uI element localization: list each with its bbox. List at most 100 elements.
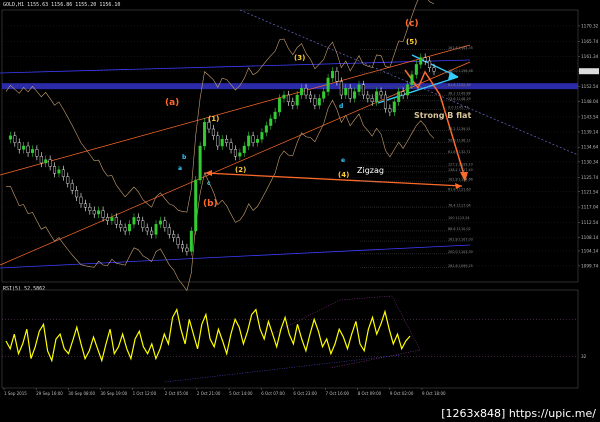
candle-body [194, 179, 198, 232]
candle-body [119, 223, 123, 228]
time-tick-label: 5 Oct 14:00 [229, 391, 253, 396]
candle-body [304, 87, 308, 96]
candle-body [220, 138, 224, 147]
candle-body [22, 145, 26, 150]
time-tick-label: 2 Oct 05:00 [165, 391, 189, 396]
price-axis: 1170.321165.741161.341157.041152.541148.… [578, 23, 599, 268]
fib-label: 161.8 1124.66 [448, 177, 473, 181]
rsi-support-line [164, 354, 401, 383]
rsi-level-label: 32 [581, 354, 587, 359]
price-tick-label: 1130.34 [581, 159, 599, 164]
candle-body [203, 121, 207, 147]
candle-body [123, 227, 127, 232]
fib-label: 76.4 1117.04 [448, 203, 471, 207]
candle-body [128, 223, 132, 232]
wave-label: (3) [294, 54, 305, 62]
candle-body [410, 74, 414, 85]
candle-body [361, 84, 365, 96]
candle-body [295, 94, 299, 106]
candle-body [260, 132, 264, 140]
candle-body [383, 94, 387, 109]
fib-label: 138.2 1127.40 [448, 168, 473, 172]
price-tick-label: 1108.14 [581, 235, 599, 240]
price-tick-label: 1152.54 [581, 84, 599, 89]
price-tick-label: 1121.54 [581, 189, 599, 194]
candle-body [75, 189, 79, 198]
fib-label: 161.8 1163.35 [448, 46, 473, 50]
fib-label: 161.8 1107.03 [448, 237, 473, 241]
candle-body [198, 145, 202, 181]
upper-channel-line [0, 59, 471, 74]
candle-body [180, 244, 184, 249]
candle-body [30, 149, 34, 153]
time-tick-label: 6 Oct 23:00 [293, 391, 317, 396]
candle-body [286, 94, 290, 103]
candle-body [388, 108, 392, 113]
time-tick-label: 30 Sep 08:00 [68, 391, 95, 396]
wave-label: a [178, 165, 182, 172]
candle-body [242, 145, 246, 154]
chart-grid [2, 25, 578, 267]
candle-body [247, 135, 251, 147]
candle-body [282, 94, 286, 99]
candle-body [207, 121, 211, 130]
dotted-trend-line [239, 9, 579, 156]
candle-body [313, 98, 317, 106]
candle-body [326, 77, 330, 92]
candle-body [317, 98, 321, 106]
time-tick-label: 9 Oct 02:00 [390, 391, 414, 396]
candle-body [88, 206, 92, 211]
wave-label: (4) [338, 171, 349, 179]
candle-body [141, 220, 145, 228]
candle-body [92, 210, 96, 215]
lower-band [5, 99, 435, 292]
chart-canvas: 161.8 1163.35 100.0 1156.48 61.8 1152.39 38… [0, 0, 599, 396]
wave-label: b [182, 154, 187, 161]
candle-body [216, 135, 220, 147]
fib-label: 38.2 1149.88 [448, 92, 471, 96]
candle-body [233, 149, 237, 157]
fib-label: 61.8 1121.63 [448, 188, 471, 192]
candle-body [189, 230, 193, 252]
wave-label: (1) [208, 115, 219, 123]
candle-body [348, 87, 352, 99]
price-tick-label: 1125.74 [581, 175, 599, 180]
fib-levels: 161.8 1163.35 100.0 1156.48 61.8 1152.39 38… [360, 46, 473, 268]
candle-body [256, 138, 260, 143]
candle-body [379, 91, 383, 96]
candle-body [57, 169, 61, 174]
candle-body [264, 125, 268, 133]
candle-body [154, 223, 158, 235]
candle-body [39, 155, 43, 164]
fib-label: 261.8 1099.25 [448, 264, 473, 268]
candle-body [238, 152, 242, 157]
wave-label: (2) [235, 166, 246, 174]
candle-body [136, 217, 140, 221]
current-price-box [579, 68, 599, 75]
candle-body [8, 135, 12, 140]
candle-body [291, 101, 295, 106]
time-tick-label: 8 Oct 09:00 [358, 391, 382, 396]
wave-label: e [341, 157, 345, 164]
wave-label: (5) [406, 38, 417, 46]
time-tick-label: 1 Sep 2015 [4, 391, 27, 396]
zigzag-label: Zigzag [357, 166, 384, 175]
price-tick-label: 1099.74 [581, 263, 599, 268]
price-tick-label: 1139.14 [581, 129, 599, 134]
trend-lines [0, 0, 579, 292]
price-tick-label: 1161.34 [581, 54, 599, 59]
candle-body [48, 159, 52, 167]
candle-body [353, 91, 357, 99]
candle-body [406, 84, 410, 96]
candle-body [344, 87, 348, 96]
wave-label: (c) [405, 19, 419, 29]
candle-body [370, 98, 374, 103]
fib-label: 200.0 1103.30 [448, 250, 473, 254]
price-tick-label: 1112.54 [581, 220, 599, 225]
time-tick-label: 7 Oct 16:00 [326, 391, 350, 396]
rsi-panel: 32 [2, 295, 587, 383]
candle-body [225, 138, 229, 143]
rsi-pattern-lines [269, 295, 421, 369]
candle-body [97, 210, 101, 215]
fib-label: 127.2 1129.10 [448, 162, 473, 166]
